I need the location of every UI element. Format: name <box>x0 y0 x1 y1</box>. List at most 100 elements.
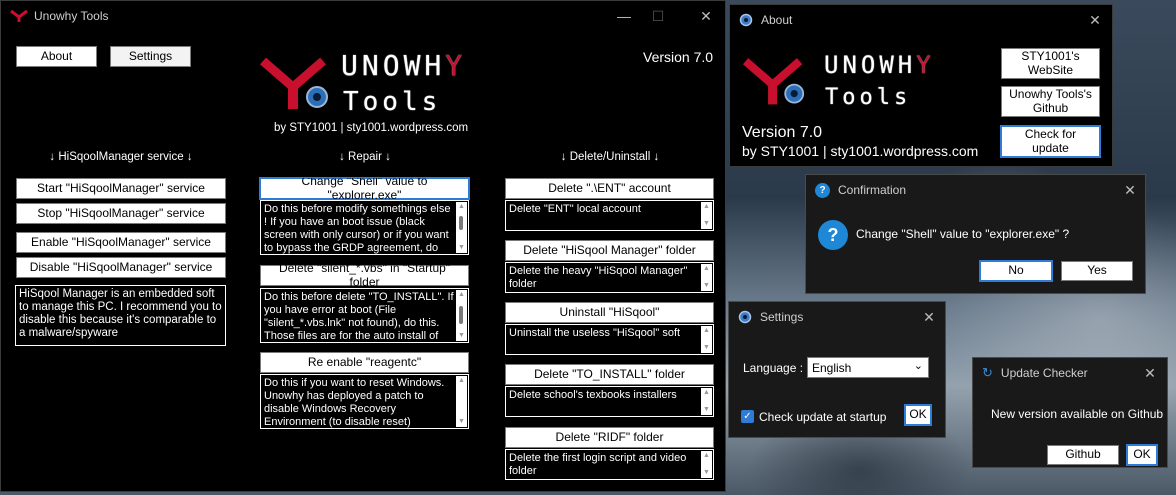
chevron-down-icon: ⌄ <box>913 360 923 372</box>
reenable-reagentc-button[interactable]: Re enable "reagentc" <box>260 352 469 373</box>
about-logo-subtitle: Tools <box>825 85 912 110</box>
close-icon: ✕ <box>1089 11 1101 28</box>
repair-section-header: ↓ Repair ↓ <box>339 151 391 163</box>
check-update-label: Check update at startup <box>759 410 887 424</box>
check-update-checkbox[interactable]: ✓ <box>741 410 754 423</box>
logo-title: UNOWHY <box>341 49 466 82</box>
about-logo-title-main: UNOWH <box>824 51 917 79</box>
app-logo-icon <box>10 9 28 22</box>
description-scrollbar[interactable]: ▲ ▼ <box>701 388 712 415</box>
delete-to-install-button[interactable]: Delete "TO_INSTALL" folder <box>505 364 714 385</box>
yes-button[interactable]: Yes <box>1061 261 1133 281</box>
about-byline: by STY1001 | sty1001.wordpress.com <box>742 143 979 159</box>
update-message: New version available on Github <box>991 407 1164 421</box>
update-ok-button[interactable]: OK <box>1126 444 1158 466</box>
delete-ent-account-description: Delete "ENT" local account ▲ ▼ <box>505 200 714 231</box>
description-scrollbar[interactable]: ▲ ▼ <box>456 202 467 253</box>
check-update-button[interactable]: Check for update <box>1000 125 1101 158</box>
language-select-value: English <box>812 361 852 375</box>
delete-ent-account-button[interactable]: Delete ".\ENT" account <box>505 178 714 199</box>
reenable-reagentc-description-text: Do this if you want to reset Windows. Un… <box>264 377 445 428</box>
description-scrollbar[interactable]: ▲ ▼ <box>456 290 467 341</box>
delete-ridf-button[interactable]: Delete "RIDF" folder <box>505 427 714 448</box>
main-version: Version 7.0 <box>643 49 714 65</box>
confirmation-title: Confirmation <box>838 183 907 197</box>
settings-gear-icon <box>738 310 752 324</box>
language-label: Language : <box>743 361 804 375</box>
update-checker-title: Update Checker <box>1000 366 1088 380</box>
maximize-button[interactable]: ☐ <box>641 1 675 31</box>
about-window: About ✕ UNOWHY Tools Version 7.0 by STY1… <box>729 4 1113 167</box>
update-checker-window: ↻ Update Checker ✕ New version available… <box>972 357 1168 468</box>
delete-hisqool-manager-description: Delete the heavy "HiSqool Manager" folde… <box>505 262 714 293</box>
unowhy-logo-icon <box>260 57 328 109</box>
no-button[interactable]: No <box>979 260 1053 282</box>
logo-title-accent: Y <box>445 49 467 82</box>
main-window: Unowhy Tools — ☐ ✕ About Settings UNOWHY… <box>0 0 726 492</box>
delete-ent-account-description-text: Delete "ENT" local account <box>509 203 641 215</box>
github-button[interactable]: Unowhy Tools's Github <box>1001 86 1100 117</box>
logo-title-main: UNOWH <box>341 49 446 82</box>
confirmation-close-button[interactable]: ✕ <box>1113 175 1147 205</box>
settings-close-button[interactable]: ✕ <box>912 302 946 332</box>
delete-section-header: ↓ Delete/Uninstall ↓ <box>560 151 660 163</box>
language-select[interactable]: English ⌄ <box>807 357 929 378</box>
confirmation-message: Change "Shell" value to "explorer.exe" ? <box>856 227 1070 241</box>
question-mark-icon: ? <box>818 220 848 250</box>
confirmation-dialog: ? Confirmation ✕ ? Change "Shell" value … <box>805 174 1146 294</box>
change-shell-description: Do this before modify somethings else ! … <box>260 200 469 255</box>
close-icon: ✕ <box>1144 364 1156 381</box>
description-scrollbar[interactable]: ▲ ▼ <box>701 264 712 291</box>
settings-window: Settings ✕ Language : English ⌄ ✓ Check … <box>728 301 946 438</box>
uninstall-hisqool-description: Uninstall the useless "HiSqool" soft ▲ ▼ <box>505 324 714 355</box>
about-logo-title-accent: Y <box>916 51 935 79</box>
service-section-header: ↓ HiSqoolManager service ↓ <box>49 151 193 163</box>
about-logo-title: UNOWHY <box>824 51 935 79</box>
logo-subtitle: Tools <box>343 87 442 117</box>
minimize-icon: — <box>617 8 631 24</box>
settings-title: Settings <box>760 310 804 324</box>
stop-service-button[interactable]: Stop "HiSqoolManager" service <box>16 203 226 224</box>
settings-ok-button[interactable]: OK <box>904 404 932 426</box>
main-window-title: Unowhy Tools <box>34 9 109 23</box>
disable-service-button[interactable]: Disable "HiSqoolManager" service <box>16 257 226 278</box>
confirmation-titlebar: ? Confirmation <box>806 175 1145 205</box>
website-button[interactable]: STY1001's WebSite <box>1001 48 1100 79</box>
delete-hisqool-manager-description-text: Delete the heavy "HiSqool Manager" folde… <box>509 265 688 290</box>
change-shell-button[interactable]: Change "Shell" value to "explorer.exe" <box>259 174 470 201</box>
settings-gear-icon <box>739 13 753 27</box>
description-scrollbar[interactable]: ▲ ▼ <box>456 376 467 427</box>
close-icon: ✕ <box>923 308 935 325</box>
delete-to-install-description: Delete school's texbooks installers ▲ ▼ <box>505 386 714 417</box>
main-byline: by STY1001 | sty1001.wordpress.com <box>274 122 469 134</box>
delete-ridf-description-text: Delete the first login script and video … <box>509 452 687 477</box>
start-service-button[interactable]: Start "HiSqoolManager" service <box>16 178 226 199</box>
about-version: Version 7.0 <box>742 124 823 141</box>
description-scrollbar[interactable]: ▲ ▼ <box>701 451 712 478</box>
change-shell-description-text: Do this before modify somethings else ! … <box>264 203 451 254</box>
delete-ridf-description: Delete the first login script and video … <box>505 449 714 480</box>
delete-to-install-description-text: Delete school's texbooks installers <box>509 389 677 401</box>
about-titlebar: About <box>730 5 1112 35</box>
unowhy-logo-icon <box>742 58 805 105</box>
enable-service-button[interactable]: Enable "HiSqoolManager" service <box>16 232 226 253</box>
service-description: HiSqool Manager is an embedded soft to m… <box>15 285 226 346</box>
update-checker-close-button[interactable]: ✕ <box>1133 358 1167 388</box>
settings-button[interactable]: Settings <box>110 46 191 67</box>
close-icon: ✕ <box>1124 181 1136 198</box>
delete-silent-vbs-button[interactable]: Delete "silent_*.vbs" in "Startup" folde… <box>260 261 469 288</box>
about-button[interactable]: About <box>16 46 97 67</box>
delete-hisqool-manager-button[interactable]: Delete "HiSqool Manager" folder <box>505 240 714 261</box>
question-icon: ? <box>815 182 830 198</box>
reenable-reagentc-description: Do this if you want to reset Windows. Un… <box>260 374 469 429</box>
about-window-title: About <box>761 13 793 27</box>
minimize-button[interactable]: — <box>607 1 641 31</box>
uninstall-hisqool-button[interactable]: Uninstall "HiSqool" <box>505 302 714 323</box>
update-github-button[interactable]: Github <box>1047 445 1119 465</box>
close-button[interactable]: ✕ <box>689 1 723 31</box>
description-scrollbar[interactable]: ▲ ▼ <box>701 202 712 229</box>
uninstall-hisqool-description-text: Uninstall the useless "HiSqool" soft <box>509 327 681 339</box>
description-scrollbar[interactable]: ▲ ▼ <box>701 326 712 353</box>
about-close-button[interactable]: ✕ <box>1078 5 1112 35</box>
maximize-icon: ☐ <box>651 7 665 24</box>
